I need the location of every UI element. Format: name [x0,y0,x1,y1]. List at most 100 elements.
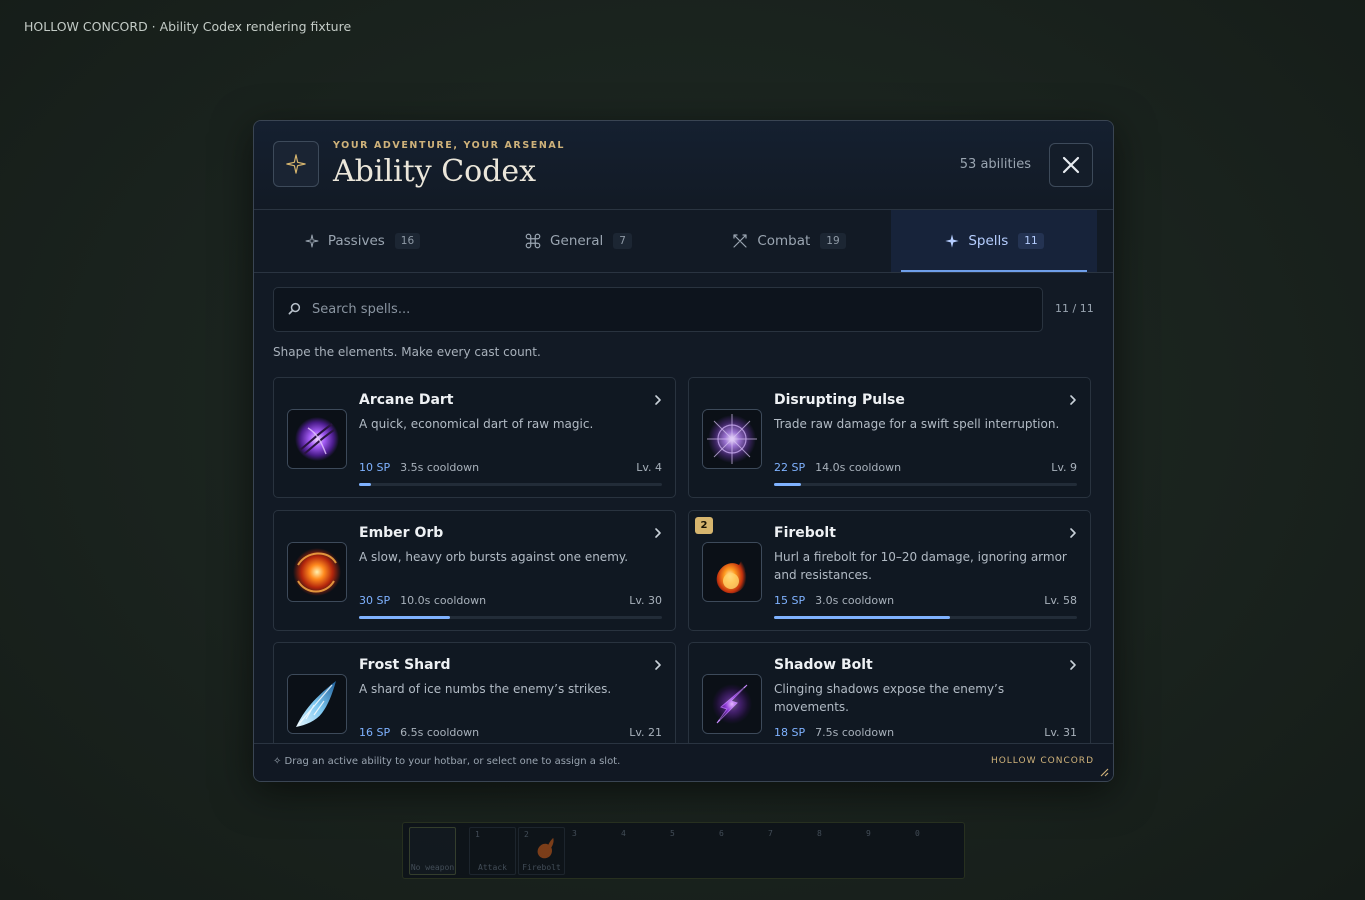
slot-number: 4 [621,829,626,838]
level-progress-fill [359,483,372,486]
level-progress-bar [774,616,1077,619]
spell-list: Arcane Dart A quick, economical dart of … [273,377,1093,743]
spell-name: Shadow Bolt [774,657,873,673]
spell-description: A slow, heavy orb bursts against one ene… [359,550,629,564]
slot-label: Firebolt [522,863,561,872]
spell-card-ember-orb[interactable]: Ember Orb A slow, heavy orb bursts again… [273,510,676,631]
hotbar-slot-1[interactable]: 1 Attack [469,827,516,875]
slot-number: 9 [866,829,871,838]
spell-name: Disrupting Pulse [774,392,905,408]
spell-cost-cooldown: 18 SP 7.5s cooldown [774,726,894,739]
sparkle-icon [945,234,959,248]
search-input[interactable] [310,288,1014,331]
spell-cost: 16 SP [359,726,391,739]
search-icon [288,302,301,315]
level-progress-bar [359,616,662,619]
spell-card-arcane-dart[interactable]: Arcane Dart A quick, economical dart of … [273,377,676,498]
resize-handle-icon[interactable] [1099,767,1109,777]
level-progress-fill [774,483,802,486]
tab-count: 11 [1018,233,1044,249]
chevron-right-icon [655,395,661,405]
sparkle-icon [273,141,319,187]
ability-codex-dialog: YOUR ADVENTURE, YOUR ARSENAL Ability Cod… [253,120,1114,782]
spell-cooldown: 10.0s cooldown [400,594,487,607]
arcane-dart-icon [287,409,347,469]
spell-level: Lv. 30 [629,594,662,607]
tab-count: 19 [820,233,846,249]
slot-number: 0 [915,829,920,838]
disrupting-pulse-icon [702,409,762,469]
dialog-title: Ability Codex [333,154,537,189]
spell-cooldown: 3.5s cooldown [400,461,480,474]
spell-card-firebolt[interactable]: 2 Firebolt Hurl a firebolt for 10–20 dam… [688,510,1091,631]
spell-name: Firebolt [774,525,836,541]
dialog-footer: ✧ Drag an active ability to your hotbar,… [254,743,1113,781]
hotbar-slot-9[interactable]: 9 [861,827,906,873]
spell-level: Lv. 31 [1044,726,1077,739]
tab-count: 16 [394,233,421,249]
tab-label: General [550,233,604,249]
search-box [273,287,1043,332]
spell-cost-cooldown: 30 SP 10.0s cooldown [359,594,486,607]
crossed-swords-icon [733,234,747,248]
footer-brand: HOLLOW CONCORD [990,756,1094,766]
chevron-right-icon [1070,528,1076,538]
chevron-right-icon [655,528,661,538]
spell-cooldown: 7.5s cooldown [815,726,895,739]
dialog-header: YOUR ADVENTURE, YOUR ARSENAL Ability Cod… [254,121,1113,210]
command-icon [525,233,541,249]
spell-cooldown: 6.5s cooldown [400,726,480,739]
firebolt-icon [537,837,554,859]
slot-number: 8 [817,829,822,838]
spell-card-disrupting-pulse[interactable]: Disrupting Pulse Trade raw damage for a … [688,377,1091,498]
spell-name: Frost Shard [359,657,451,673]
hotbar-weapon-slot[interactable]: No weapon [409,827,456,875]
spell-level: Lv. 21 [629,726,662,739]
hotbar-slot-0[interactable]: 0 [910,827,955,873]
chevron-right-icon [655,660,661,670]
spell-card-frost-shard[interactable]: Frost Shard A shard of ice numbs the ene… [273,642,676,743]
dialog-eyebrow: YOUR ADVENTURE, YOUR ARSENAL [333,140,566,151]
firebolt-icon [702,542,762,602]
hotbar-slot-3[interactable]: 3 [567,827,612,873]
level-progress-bar [774,483,1077,486]
tab-count: 7 [613,233,632,249]
hotbar-slot-8[interactable]: 8 [812,827,857,873]
spell-description: Clinging shadows expose the enemy’s move… [774,682,1005,714]
frost-shard-icon [287,674,347,734]
spell-description: A shard of ice numbs the enemy’s strikes… [359,682,612,696]
close-button[interactable] [1049,143,1093,187]
hotbar-slot-5[interactable]: 5 [665,827,710,873]
sparkle-outline-icon [305,234,319,248]
spell-description: A quick, economical dart of raw magic. [359,417,594,431]
footer-hint: ✧ Drag an active ability to your hotbar,… [273,756,621,767]
spell-level: Lv. 58 [1044,594,1077,607]
ember-orb-icon [287,542,347,602]
category-tabs: Passives 16 General 7 Combat 19 Spells 1… [254,210,1113,273]
spell-level: Lv. 9 [1051,461,1077,474]
shadow-bolt-icon [702,674,762,734]
hotbar-slot-7[interactable]: 7 [763,827,808,873]
tab-passives[interactable]: Passives 16 [254,210,470,272]
chevron-right-icon [1070,660,1076,670]
spell-card-shadow-bolt[interactable]: Shadow Bolt Clinging shadows expose the … [688,642,1091,743]
result-count: 11 / 11 [1055,302,1094,315]
level-progress-fill [774,616,950,619]
spell-cost: 22 SP [774,461,806,474]
chevron-right-icon [1070,395,1076,405]
spell-level: Lv. 4 [636,461,662,474]
hotbar-slot-badge: 2 [695,517,713,534]
slot-number: 6 [719,829,724,838]
spell-cost-cooldown: 10 SP 3.5s cooldown [359,461,479,474]
tab-spells[interactable]: Spells 11 [891,210,1097,272]
close-icon [1062,156,1080,174]
hotbar-slot-4[interactable]: 4 [616,827,661,873]
spell-description: Hurl a firebolt for 10–20 damage, ignori… [774,550,1067,582]
level-progress-fill [359,616,450,619]
tab-general[interactable]: General 7 [470,210,686,272]
hotbar-slot-6[interactable]: 6 [714,827,759,873]
tab-combat[interactable]: Combat 19 [686,210,891,272]
hotbar-slot-2[interactable]: 2 Firebolt [518,827,565,875]
tab-label: Spells [968,233,1009,249]
spell-description: Trade raw damage for a swift spell inter… [774,417,1060,431]
